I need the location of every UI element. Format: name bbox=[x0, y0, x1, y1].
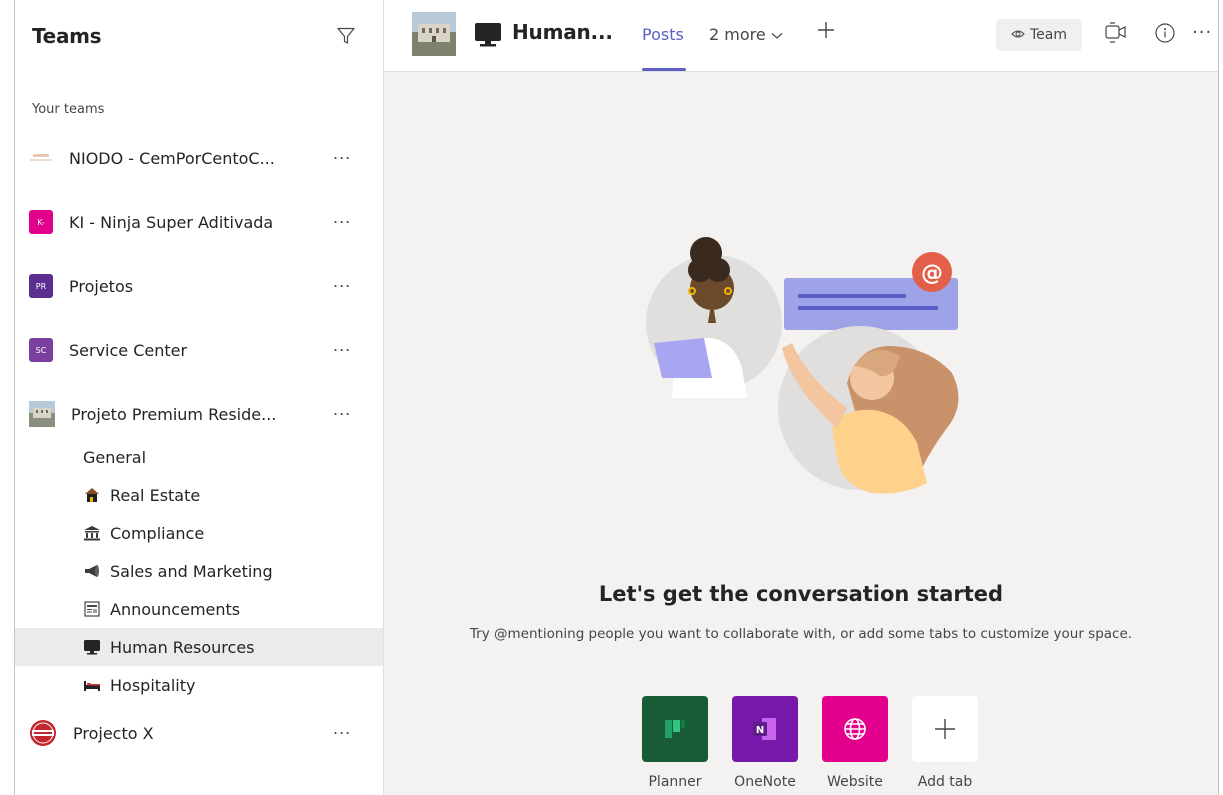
eye-icon bbox=[1011, 27, 1025, 43]
bed-icon bbox=[83, 677, 101, 693]
more-options-button[interactable]: ··· bbox=[1192, 22, 1212, 43]
channel-label: Announcements bbox=[110, 599, 241, 619]
team-name: Projeto Premium Reside... bbox=[71, 404, 277, 424]
app-planner[interactable]: Planner bbox=[630, 696, 720, 790]
team-name: Projetos bbox=[69, 276, 134, 296]
team-item-service-center[interactable]: SC Service Center ··· bbox=[15, 318, 383, 382]
channel-label: Human Resources bbox=[110, 637, 255, 657]
team-avatar: SC bbox=[29, 338, 53, 362]
team-avatar: PR bbox=[29, 274, 53, 298]
team-avatar bbox=[29, 719, 57, 747]
team-name: NIODO - CemPorCentoC... bbox=[69, 148, 275, 168]
channel-title: Human... bbox=[512, 20, 613, 44]
team-more-options-button[interactable]: ··· bbox=[333, 213, 351, 232]
team-item-projeto-premium[interactable]: Projeto Premium Reside... ··· bbox=[15, 382, 383, 446]
conversation-illustration: @ bbox=[646, 237, 959, 494]
team-item-niodo[interactable]: NIODO - CemPorCentoC... ··· bbox=[15, 126, 383, 190]
channel-list: General Real Estate Compliance Sales and… bbox=[15, 438, 383, 704]
newspaper-icon bbox=[83, 601, 101, 617]
app-label: OneNote bbox=[734, 774, 796, 790]
monitor-icon bbox=[83, 639, 101, 655]
team-name: Projecto X bbox=[73, 723, 154, 743]
app-onenote[interactable]: N OneNote bbox=[720, 696, 810, 790]
team-item-projecto-x[interactable]: Projecto X ··· bbox=[15, 704, 383, 762]
team-button[interactable]: Team bbox=[996, 19, 1082, 51]
info-icon[interactable] bbox=[1154, 22, 1176, 48]
sidebar: Teams Your teams NIODO - CemPorCentoC...… bbox=[15, 0, 383, 795]
team-more-options-button[interactable]: ··· bbox=[333, 277, 351, 296]
channel-item-announcements[interactable]: Announcements bbox=[15, 590, 383, 628]
team-name: KI - Ninja Super Aditivada bbox=[69, 212, 274, 232]
app-label: Add tab bbox=[917, 774, 973, 790]
your-teams-label: Your teams bbox=[32, 102, 105, 117]
app-label: Planner bbox=[648, 774, 702, 790]
bank-icon bbox=[83, 525, 101, 541]
planner-icon bbox=[642, 696, 708, 762]
channel-item-compliance[interactable]: Compliance bbox=[15, 514, 383, 552]
channel-item-real-estate[interactable]: Real Estate bbox=[15, 476, 383, 514]
channel-header: Human... Posts 2 more Team ··· bbox=[384, 0, 1218, 72]
channel-item-hospitality[interactable]: Hospitality bbox=[15, 666, 383, 704]
app-add-tab[interactable]: Add tab bbox=[900, 696, 990, 790]
plus-icon bbox=[912, 696, 978, 762]
team-avatar bbox=[29, 401, 55, 427]
team-more-options-button[interactable]: ··· bbox=[333, 724, 351, 743]
team-name: Service Center bbox=[69, 340, 188, 360]
tab-more-dropdown[interactable]: 2 more bbox=[709, 25, 783, 44]
empty-state-title: Let's get the conversation started bbox=[598, 582, 1004, 606]
svg-text:@: @ bbox=[921, 261, 943, 286]
suggested-apps: Planner N OneNote Website Add tab bbox=[630, 696, 990, 790]
channel-item-sales-marketing[interactable]: Sales and Marketing bbox=[15, 552, 383, 590]
monitor-icon bbox=[474, 22, 502, 52]
tab-posts[interactable]: Posts bbox=[642, 25, 684, 44]
channel-label: General bbox=[83, 447, 147, 467]
filter-icon[interactable] bbox=[333, 23, 359, 49]
teams-window: Teams Your teams NIODO - CemPorCentoC...… bbox=[14, 0, 1219, 795]
team-more-options-button[interactable]: ··· bbox=[333, 149, 351, 168]
team-button-label: Team bbox=[1029, 27, 1067, 43]
app-label: Website bbox=[827, 774, 883, 790]
house-icon bbox=[83, 487, 101, 503]
channel-label: Hospitality bbox=[110, 675, 196, 695]
channel-label: Compliance bbox=[110, 523, 205, 543]
team-thumbnail bbox=[412, 12, 456, 56]
megaphone-icon bbox=[83, 563, 101, 579]
channel-label: Sales and Marketing bbox=[110, 561, 273, 581]
sidebar-header: Teams bbox=[15, 0, 383, 72]
meet-now-icon[interactable] bbox=[1104, 22, 1128, 48]
team-avatar: K- bbox=[29, 210, 53, 234]
add-tab-button[interactable] bbox=[816, 17, 836, 47]
team-item-projetos[interactable]: PR Projetos ··· bbox=[15, 254, 383, 318]
onenote-icon: N bbox=[732, 696, 798, 762]
team-more-options-button[interactable]: ··· bbox=[333, 341, 351, 360]
team-item-ki-ninja[interactable]: K- KI - Ninja Super Aditivada ··· bbox=[15, 190, 383, 254]
empty-state-subtitle: Try @mentioning people you want to colla… bbox=[469, 626, 1133, 642]
channel-label: Real Estate bbox=[110, 485, 201, 505]
team-more-options-button[interactable]: ··· bbox=[333, 405, 351, 424]
app-website[interactable]: Website bbox=[810, 696, 900, 790]
team-avatar bbox=[29, 146, 53, 170]
main-panel: Human... Posts 2 more Team ··· @ Let's g… bbox=[383, 0, 1218, 795]
tab-more-label: 2 more bbox=[709, 25, 766, 44]
active-tab-indicator bbox=[642, 68, 686, 71]
chevron-down-icon bbox=[771, 25, 783, 44]
globe-icon bbox=[822, 696, 888, 762]
svg-text:N: N bbox=[756, 725, 764, 736]
sidebar-title: Teams bbox=[32, 24, 102, 48]
channel-item-human-resources[interactable]: Human Resources bbox=[15, 628, 383, 666]
